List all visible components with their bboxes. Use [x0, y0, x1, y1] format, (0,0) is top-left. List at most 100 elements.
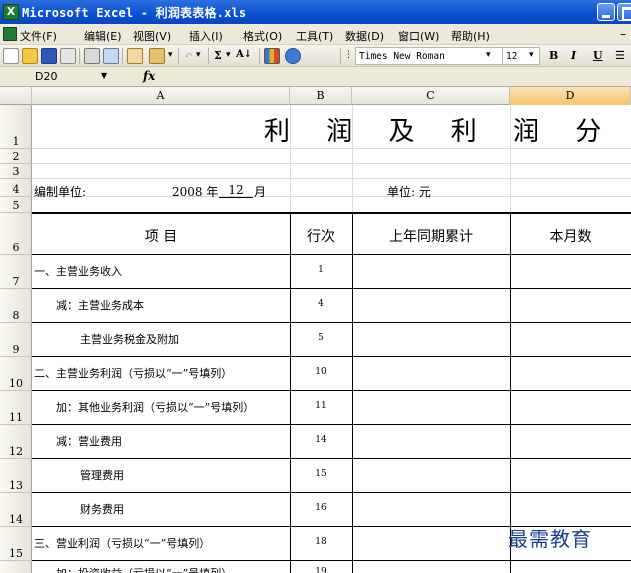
minimize-button[interactable] [597, 3, 615, 21]
line-number: 5 [318, 333, 324, 343]
currency-unit: 单位: 元 [387, 185, 431, 199]
menu-insert[interactable]: 插入(I) [189, 28, 223, 44]
select-all-corner[interactable] [0, 87, 32, 105]
line-number: 19 [315, 567, 327, 573]
row-header[interactable]: 2 [0, 149, 32, 164]
menu-file[interactable]: 文件(F) [20, 28, 57, 44]
autosum-dropdown-icon[interactable]: ▾ [226, 50, 231, 60]
excel-icon[interactable]: X [3, 4, 19, 20]
row-header[interactable]: 7 [0, 255, 32, 289]
menu-window[interactable]: 窗口(W) [398, 28, 439, 44]
help-icon[interactable] [285, 48, 301, 64]
undo-icon[interactable]: ↶ [184, 49, 193, 62]
column-header-a[interactable]: A [32, 87, 290, 105]
line-item: 加：其他业务利润（亏损以“一”号填列） [56, 401, 255, 414]
menu-edit[interactable]: 编辑(E) [84, 28, 122, 44]
menu-data[interactable]: 数据(D) [345, 28, 384, 44]
maximize-button[interactable] [617, 3, 631, 21]
line-number: 11 [315, 401, 327, 411]
paste-dropdown-icon[interactable]: ▾ [168, 50, 173, 60]
report-year: 2008 年 [172, 185, 219, 199]
line-item: 财务费用 [80, 503, 124, 516]
print-icon[interactable] [84, 48, 100, 64]
line-number: 15 [315, 469, 327, 479]
line-number: 16 [315, 503, 327, 513]
italic-button[interactable]: I [571, 49, 576, 62]
sheet-title: 利 润 及 利 润 分 配 表 [264, 117, 631, 147]
row-header[interactable]: 13 [0, 459, 32, 493]
line-item: 主营业务税金及附加 [80, 333, 179, 346]
underline-button[interactable]: U [593, 49, 603, 62]
research-icon[interactable] [127, 48, 143, 64]
watermark: 最需教育 [508, 527, 592, 551]
menu-help[interactable]: 帮助(H) [451, 28, 490, 44]
formula-bar: D20 ▼ fx [0, 67, 631, 87]
row-header[interactable]: 4 [0, 179, 32, 197]
font-name-dropdown-icon[interactable]: ▾ [486, 50, 491, 60]
row-headers: 1 2 3 4 5 6 7 8 9 10 11 12 13 14 15 16 [0, 105, 32, 573]
doc-minimize-icon[interactable]: – [620, 27, 626, 41]
line-number: 4 [318, 299, 324, 309]
line-number: 10 [315, 367, 327, 377]
window-title: Microsoft Excel - 利润表表格.xls [22, 6, 247, 20]
undo-dropdown-icon[interactable]: ▾ [196, 50, 201, 60]
toolbar-options-icon[interactable]: ⋮ [344, 50, 353, 60]
permission-icon[interactable] [60, 48, 76, 64]
menu-view[interactable]: 视图(V) [133, 28, 171, 44]
autosum-icon[interactable]: Σ [214, 49, 222, 62]
row-header[interactable]: 11 [0, 391, 32, 425]
line-number: 18 [315, 537, 327, 547]
align-left-icon[interactable]: ☰ [615, 49, 625, 62]
menu-bar: 文件(F) 编辑(E) 视图(V) 插入(I) 格式(O) 工具(T) 数据(D… [0, 24, 631, 45]
font-size-dropdown-icon[interactable]: ▾ [529, 50, 534, 60]
toolbar: ▾ ↶ ▾ Σ ▾ A↓ ⋮ Times New Roman ▾ 12 ▾ B … [0, 45, 631, 67]
paste-icon[interactable] [149, 48, 165, 64]
column-headers: A B C D [0, 87, 631, 105]
menu-tools[interactable]: 工具(T) [296, 28, 333, 44]
sort-ascending-icon[interactable]: A↓ [236, 49, 252, 60]
menu-format[interactable]: 格式(O) [243, 28, 282, 44]
header-prior-year-cumulative: 上年同期累计 [389, 229, 473, 245]
company-label: 编制单位: [34, 185, 87, 199]
worksheet[interactable]: 利 润 及 利 润 分 配 表 编制单位: 2008 年 12 月 单位: 元 … [32, 105, 631, 573]
row-header[interactable]: 16 [0, 561, 32, 573]
row-header[interactable]: 3 [0, 164, 32, 179]
column-header-c[interactable]: C [352, 87, 510, 105]
report-month: 12 [219, 183, 253, 198]
row-header[interactable]: 10 [0, 357, 32, 391]
row-header[interactable]: 9 [0, 323, 32, 357]
font-size-select[interactable]: 12 [502, 47, 540, 65]
open-icon[interactable] [22, 48, 38, 64]
save-icon[interactable] [41, 48, 57, 64]
line-item: 管理费用 [80, 469, 124, 482]
chart-wizard-icon[interactable] [264, 48, 280, 64]
column-header-d[interactable]: D [510, 87, 631, 105]
line-item: 减：营业费用 [56, 435, 122, 448]
header-line-number: 行次 [307, 229, 335, 245]
insert-function-icon[interactable]: fx [143, 69, 155, 83]
name-box-dropdown-icon[interactable]: ▼ [101, 71, 107, 80]
column-header-b[interactable]: B [290, 87, 352, 105]
row-header[interactable]: 14 [0, 493, 32, 527]
new-icon[interactable] [3, 48, 19, 64]
line-item: 三、营业利润（亏损以“一”号填列） [34, 537, 211, 550]
line-item: 一、主营业务收入 [34, 265, 122, 278]
line-item: 减：主营业务成本 [56, 299, 144, 312]
line-number: 1 [318, 265, 324, 275]
row-header[interactable]: 5 [0, 197, 32, 213]
row-header[interactable]: 12 [0, 425, 32, 459]
header-item: 项 目 [144, 229, 178, 245]
line-item: 加：投资收益（亏损以“一”号填列） [56, 565, 232, 573]
font-name-select[interactable]: Times New Roman [355, 47, 505, 65]
print-preview-icon[interactable] [103, 48, 119, 64]
workbook-icon[interactable] [3, 27, 17, 41]
line-item: 二、主营业务利润（亏损以“一”号填列） [34, 367, 233, 380]
bold-button[interactable]: B [549, 49, 558, 62]
report-month-suffix: 月 [254, 185, 267, 199]
line-number: 14 [315, 435, 327, 445]
row-header[interactable]: 6 [0, 213, 32, 255]
row-header[interactable]: 8 [0, 289, 32, 323]
row-header[interactable]: 15 [0, 527, 32, 561]
title-bar: X Microsoft Excel - 利润表表格.xls [0, 0, 631, 24]
row-header[interactable]: 1 [0, 105, 32, 149]
